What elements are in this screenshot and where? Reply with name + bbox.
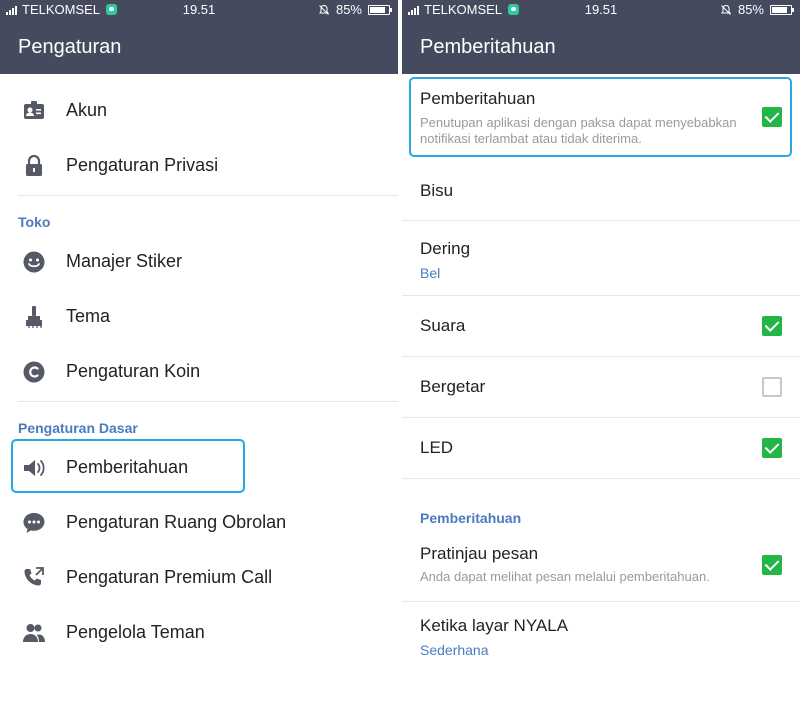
sound-checkbox[interactable] xyxy=(762,316,782,336)
battery-icon xyxy=(368,4,392,15)
status-bar: TELKOMSEL 19.51 85% xyxy=(402,0,800,20)
highlight-box xyxy=(409,77,792,157)
settings-item-sticker-manager[interactable]: Manajer Stiker xyxy=(0,234,398,289)
settings-item-label: Pengaturan Premium Call xyxy=(66,567,273,587)
led-row[interactable]: LED xyxy=(402,418,800,479)
ringtone-row[interactable]: Dering Bel xyxy=(402,221,800,296)
settings-item-chat-room[interactable]: Pengaturan Ruang Obrolan xyxy=(0,495,398,550)
section-header-basic: Pengaturan Dasar xyxy=(18,420,138,436)
settings-item-coin[interactable]: Pengaturan Koin xyxy=(0,344,398,399)
settings-item-label: Tema xyxy=(66,306,111,326)
led-checkbox[interactable] xyxy=(762,438,782,458)
lock-icon xyxy=(26,154,42,176)
settings-item-account[interactable]: Akun xyxy=(0,83,398,138)
settings-item-label: Pengelola Teman xyxy=(66,622,205,642)
notifications-screen: TELKOMSEL 19.51 85% Pemberitahuan Pember… xyxy=(402,0,800,707)
status-bar: TELKOMSEL 19.51 85% xyxy=(0,0,398,20)
highlight-box xyxy=(11,439,245,493)
battery-label: 85% xyxy=(737,2,764,17)
bell-muted-icon xyxy=(721,4,731,15)
screen-on-value: Sederhana xyxy=(420,642,489,658)
settings-item-premium-call[interactable]: Pengaturan Premium Call xyxy=(0,550,398,605)
notification-toggle-row[interactable]: Pemberitahuan Penutupan aplikasi dengan … xyxy=(402,74,800,162)
page-title: Pengaturan xyxy=(0,20,398,74)
battery-fill xyxy=(370,6,386,13)
coin-icon xyxy=(23,361,45,382)
paint-brush-icon xyxy=(26,305,42,328)
settings-item-label: Manajer Stiker xyxy=(66,251,183,271)
row-title: LED xyxy=(420,438,454,457)
settings-screen: TELKOMSEL 19.51 85% Pengaturan Akun Peng… xyxy=(0,0,398,707)
friends-icon xyxy=(23,623,45,642)
battery-icon xyxy=(770,4,794,15)
chat-bubble-icon xyxy=(23,512,45,533)
settings-item-notifications[interactable]: Pemberitahuan xyxy=(0,439,398,495)
settings-item-privacy[interactable]: Pengaturan Privasi xyxy=(0,138,398,193)
section-header-notifications: Pemberitahuan xyxy=(420,510,522,526)
battery-fill xyxy=(772,6,788,13)
smiley-icon xyxy=(23,251,45,272)
section-header-wrap: Pemberitahuan xyxy=(402,479,800,532)
phone-call-icon xyxy=(24,566,44,585)
settings-item-label: Pengaturan Privasi xyxy=(66,155,219,175)
vibrate-row[interactable]: Bergetar xyxy=(402,357,800,418)
battery-label: 85% xyxy=(335,2,362,17)
vibrate-checkbox[interactable] xyxy=(762,377,782,397)
settings-item-label: Pengaturan Koin xyxy=(66,361,201,381)
row-description: Anda dapat melihat pesan melalui pemberi… xyxy=(420,569,710,584)
row-title: Ketika layar NYALA xyxy=(420,616,569,635)
row-title: Bisu xyxy=(420,181,454,200)
sound-row[interactable]: Suara xyxy=(402,296,800,357)
settings-item-label: Akun xyxy=(66,100,108,120)
settings-item-friend-manager[interactable]: Pengelola Teman xyxy=(0,605,398,660)
mute-row[interactable]: Bisu xyxy=(402,162,800,221)
row-title: Bergetar xyxy=(420,377,486,396)
status-right: 85% xyxy=(720,2,794,17)
preview-checkbox[interactable] xyxy=(762,555,782,575)
ringtone-value: Bel xyxy=(420,265,441,281)
bell-muted-icon xyxy=(319,4,329,15)
row-title: Suara xyxy=(420,316,466,335)
account-card-icon xyxy=(24,100,44,119)
section-header-shop: Toko xyxy=(18,214,51,230)
settings-item-label: Pengaturan Ruang Obrolan xyxy=(66,512,287,532)
screen-on-row[interactable]: Ketika layar NYALA Sederhana xyxy=(402,602,800,680)
settings-item-theme[interactable]: Tema xyxy=(0,289,398,344)
page-title: Pemberitahuan xyxy=(402,20,800,74)
row-title: Pratinjau pesan xyxy=(420,544,539,563)
row-title: Dering xyxy=(420,239,471,258)
status-right: 85% xyxy=(318,2,392,17)
message-preview-row[interactable]: Pratinjau pesan Anda dapat melihat pesan… xyxy=(402,532,800,602)
